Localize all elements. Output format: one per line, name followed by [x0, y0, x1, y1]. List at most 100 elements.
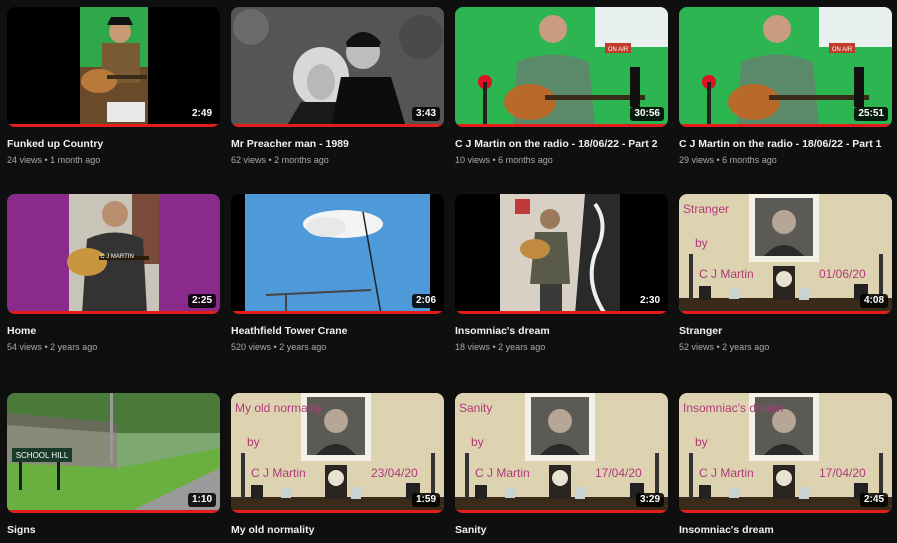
video-title[interactable]: Heathfield Tower Crane — [231, 324, 444, 338]
upload-age: 6 months ago — [722, 155, 777, 165]
meta-separator: • — [490, 342, 499, 352]
video-card[interactable]: SCHOOL HILL 1:10 Signs — [7, 393, 220, 543]
duration-badge: 25:51 — [854, 107, 888, 121]
thumb-caption-title: My old normality — [235, 401, 322, 415]
watched-progress-bar — [7, 124, 220, 127]
video-card[interactable]: ON AIR 25:51 C J Martin on the radio - 1… — [679, 7, 892, 182]
watched-progress-bar — [679, 124, 892, 127]
upload-age: 2 years ago — [498, 342, 546, 352]
thumb-caption-by: by — [695, 236, 708, 250]
view-count: 10 views — [455, 155, 491, 165]
video-card[interactable]: 3:43 Mr Preacher man - 1989 62 views • 2… — [231, 7, 444, 182]
video-thumbnail[interactable]: 2:30 — [455, 194, 668, 314]
watched-progress-bar — [7, 510, 220, 513]
meta-separator: • — [266, 155, 275, 165]
watched-progress-bar — [231, 124, 444, 127]
duration-badge: 2:30 — [635, 294, 664, 308]
view-count: 52 views — [679, 342, 715, 352]
upload-age: 1 month ago — [50, 155, 101, 165]
thumb-caption-by: by — [695, 435, 708, 449]
video-thumbnail[interactable]: Sanity by C J Martin 17/04/20 3:29 — [455, 393, 668, 513]
video-meta: 10 views • 6 months ago — [455, 154, 668, 166]
watched-progress-bar — [231, 311, 444, 314]
upload-age: 2 years ago — [50, 342, 98, 352]
video-title[interactable]: C J Martin on the radio - 18/06/22 - Par… — [455, 137, 668, 151]
video-card[interactable]: ON AIR 30:56 C J Martin on the radio - 1… — [455, 7, 668, 182]
video-card[interactable]: 2:30 Insomniac's dream 18 views • 2 year… — [455, 194, 668, 381]
upload-age: 2 years ago — [279, 342, 327, 352]
shirt-print: C J MARTIN — [100, 254, 134, 260]
thumb-caption-date: 17/04/20 — [819, 466, 866, 480]
video-meta: 29 views • 6 months ago — [679, 154, 892, 166]
on-air-sign: ON AIR — [832, 47, 853, 53]
thumb-caption-name: C J Martin — [699, 466, 754, 480]
thumb-caption-by: by — [471, 435, 484, 449]
video-meta: 52 views • 2 years ago — [679, 341, 892, 353]
thumb-caption-date: 01/06/20 — [819, 267, 866, 281]
video-thumbnail[interactable]: 2:06 — [231, 194, 444, 314]
video-grid: 2:49 Funked up Country 24 views • 1 mont… — [7, 7, 892, 543]
video-card[interactable]: Sanity by C J Martin 17/04/20 3:29 Sanit… — [455, 393, 668, 543]
watched-progress-bar — [455, 510, 668, 513]
video-card[interactable]: My old normality by C J Martin 23/04/20 … — [231, 393, 444, 543]
duration-badge: 4:08 — [859, 294, 888, 308]
thumb-caption-name: C J Martin — [475, 466, 530, 480]
duration-badge: 30:56 — [630, 107, 664, 121]
duration-badge: 2:06 — [411, 294, 440, 308]
on-air-sign: ON AIR — [608, 47, 629, 53]
video-title[interactable]: Stranger — [679, 324, 892, 338]
video-thumbnail[interactable]: ON AIR 25:51 — [679, 7, 892, 127]
watched-progress-bar — [679, 510, 892, 513]
thumb-caption-name: C J Martin — [699, 267, 754, 281]
thumb-caption-title: Sanity — [459, 401, 492, 415]
video-title[interactable]: Funked up Country — [7, 137, 220, 151]
watched-progress-bar — [679, 311, 892, 314]
video-thumbnail[interactable]: SCHOOL HILL 1:10 — [7, 393, 220, 513]
meta-separator: • — [42, 342, 51, 352]
view-count: 62 views — [231, 155, 267, 165]
video-thumbnail[interactable]: 3:43 — [231, 7, 444, 127]
video-title[interactable]: Signs — [7, 523, 220, 537]
video-title[interactable]: Insomniac's dream — [455, 324, 668, 338]
video-card[interactable]: C J MARTIN 2:25 Home 54 views • 2 years … — [7, 194, 220, 381]
view-count: 54 views — [7, 342, 43, 352]
video-card[interactable]: Stranger by C J Martin 01/06/20 4:08 Str… — [679, 194, 892, 381]
video-thumbnail[interactable]: Insomniac's dream by C J Martin 17/04/20… — [679, 393, 892, 513]
video-thumbnail[interactable]: 2:49 — [7, 7, 220, 127]
duration-badge: 3:29 — [635, 493, 664, 507]
video-meta: 18 views • 2 years ago — [455, 341, 668, 353]
meta-separator: • — [271, 342, 280, 352]
video-card[interactable]: 2:06 Heathfield Tower Crane 520 views • … — [231, 194, 444, 381]
meta-separator: • — [714, 155, 723, 165]
thumb-caption-date: 17/04/20 — [595, 466, 642, 480]
duration-badge: 1:59 — [411, 493, 440, 507]
video-thumbnail[interactable]: ON AIR 30:56 — [455, 7, 668, 127]
video-title[interactable]: Mr Preacher man - 1989 — [231, 137, 444, 151]
video-title[interactable]: Home — [7, 324, 220, 338]
video-card[interactable]: Insomniac's dream by C J Martin 17/04/20… — [679, 393, 892, 543]
upload-age: 2 years ago — [722, 342, 770, 352]
meta-separator: • — [490, 155, 499, 165]
video-title[interactable]: Insomniac's dream — [679, 523, 892, 537]
upload-age: 6 months ago — [498, 155, 553, 165]
street-sign: SCHOOL HILL — [16, 451, 69, 460]
video-thumbnail[interactable]: C J MARTIN 2:25 — [7, 194, 220, 314]
video-meta: 62 views • 2 months ago — [231, 154, 444, 166]
thumb-caption-date: 23/04/20 — [371, 466, 418, 480]
video-meta: 24 views • 1 month ago — [7, 154, 220, 166]
thumb-caption-name: C J Martin — [251, 466, 306, 480]
video-title[interactable]: C J Martin on the radio - 18/06/22 - Par… — [679, 137, 892, 151]
video-title[interactable]: My old normality — [231, 523, 444, 537]
meta-separator: • — [714, 342, 723, 352]
thumb-caption-by: by — [247, 435, 260, 449]
watched-progress-bar — [455, 311, 668, 314]
video-thumbnail[interactable]: My old normality by C J Martin 23/04/20 … — [231, 393, 444, 513]
watched-progress-bar — [231, 510, 444, 513]
video-meta: 54 views • 2 years ago — [7, 341, 220, 353]
video-thumbnail[interactable]: Stranger by C J Martin 01/06/20 4:08 — [679, 194, 892, 314]
video-card[interactable]: 2:49 Funked up Country 24 views • 1 mont… — [7, 7, 220, 182]
view-count: 18 views — [455, 342, 491, 352]
video-title[interactable]: Sanity — [455, 523, 668, 537]
meta-separator: • — [42, 155, 51, 165]
duration-badge: 2:25 — [187, 294, 216, 308]
